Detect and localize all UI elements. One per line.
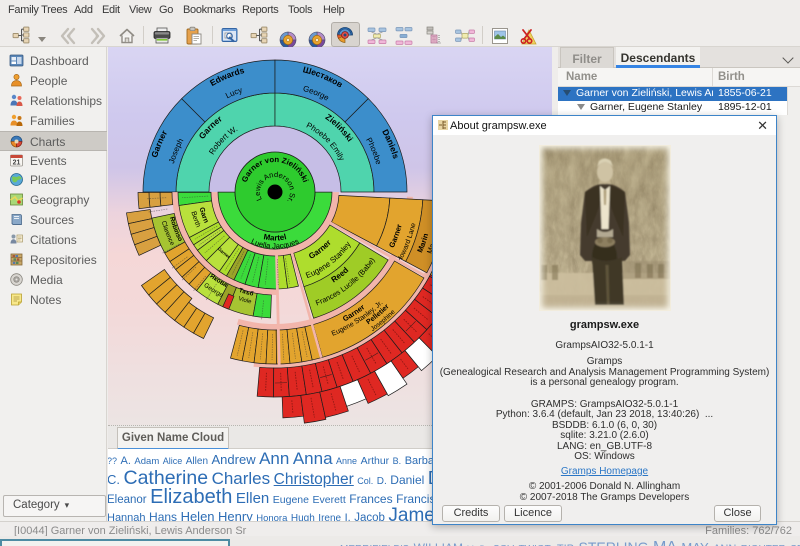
svg-text:21: 21 [13, 160, 21, 167]
